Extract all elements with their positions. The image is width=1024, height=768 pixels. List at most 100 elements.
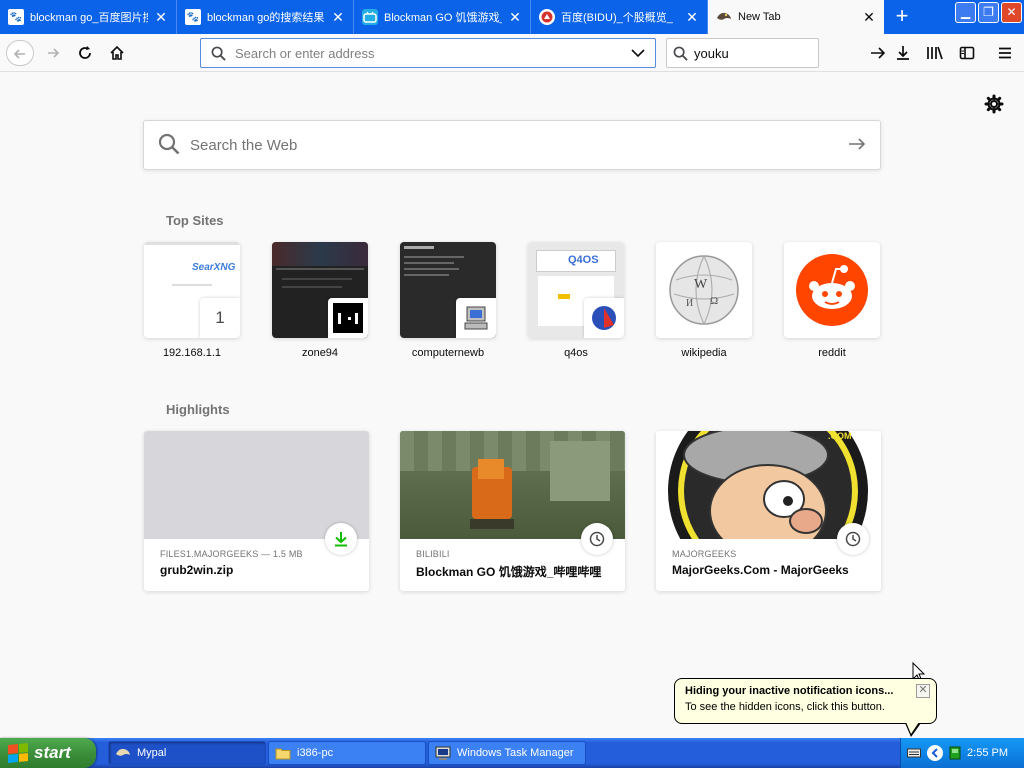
tab-2[interactable]: Blockman GO 饥饿游戏_ ✕: [354, 0, 531, 34]
tab-4[interactable]: New Tab ✕: [708, 0, 884, 34]
search-icon: [158, 133, 180, 158]
searxng-logo: SearXNG: [192, 262, 236, 273]
site-badge: 1: [200, 298, 240, 338]
back-button[interactable]: [6, 40, 34, 66]
close-tab-icon[interactable]: ✕: [331, 10, 345, 24]
maximize-button[interactable]: ❐: [978, 2, 999, 23]
tab-title: Blockman GO 饥饿游戏_: [384, 12, 502, 24]
top-site-tile[interactable]: SearXNG 1 192.168.1.1: [144, 242, 240, 359]
svg-text:Ω: Ω: [710, 295, 718, 307]
show-hidden-icons-button[interactable]: [927, 745, 943, 761]
baidu-icon: 🐾: [185, 9, 201, 25]
search-bar[interactable]: [666, 38, 886, 68]
start-label: start: [34, 743, 71, 762]
top-site-tile[interactable]: zone94: [272, 242, 368, 359]
site-badge: [328, 298, 368, 338]
chevron-left-icon: [931, 748, 938, 758]
reload-icon: [79, 46, 91, 59]
balloon-close-button[interactable]: ✕: [916, 684, 930, 698]
taskbar-item-label: Windows Task Manager: [457, 747, 574, 759]
new-tab-button[interactable]: +: [884, 0, 920, 34]
taskbar-item-label: Mypal: [137, 747, 167, 759]
close-tab-icon[interactable]: ✕: [508, 10, 522, 24]
navigation-toolbar: [0, 34, 1024, 72]
downloads-button[interactable]: [890, 40, 916, 66]
home-button[interactable]: [104, 40, 130, 66]
reload-button[interactable]: [72, 40, 98, 66]
library-icon: [927, 46, 943, 60]
taskbar-item-task-manager[interactable]: Windows Task Manager: [428, 741, 586, 765]
highlight-source: BILIBILI: [416, 549, 450, 559]
tab-0[interactable]: 🐾 blockman go_百度图片搜 ✕: [0, 0, 177, 34]
library-button[interactable]: [922, 40, 948, 66]
sidebar-icon: [959, 46, 975, 60]
site-thumbnail: W Ω И: [656, 242, 752, 338]
highlight-card[interactable]: FILES1.MAJORGEEKS — 1.5 MB grub2win.zip: [144, 431, 369, 591]
web-search-box[interactable]: Search the Web: [143, 120, 881, 170]
site-label: computernewb: [411, 347, 485, 359]
top-site-tile[interactable]: W Ω И wikipedia: [656, 242, 752, 359]
tab-title: 百度(BIDU)_个股概览_: [561, 12, 673, 24]
search-input[interactable]: [694, 45, 870, 61]
baidu-icon: 🐾: [8, 9, 24, 25]
tab-title: blockman go的搜索结果: [207, 12, 325, 24]
windows-logo-icon: [8, 742, 28, 764]
hamburger-icon: [999, 47, 1011, 59]
tab-1[interactable]: 🐾 blockman go的搜索结果 ✕: [177, 0, 354, 34]
taskbar-item-mypal[interactable]: Mypal: [108, 741, 266, 765]
chevron-down-icon[interactable]: [629, 44, 647, 62]
close-tab-icon[interactable]: ✕: [862, 10, 876, 24]
site-badge: [456, 298, 496, 338]
highlight-card[interactable]: BILIBILI Blockman GO 饥饿游戏_哔哩哔哩: [400, 431, 625, 591]
site-label: reddit: [818, 347, 846, 359]
url-bar[interactable]: [200, 38, 656, 68]
sidebar-toggle-button[interactable]: [954, 40, 980, 66]
web-search-placeholder: Search the Web: [190, 136, 298, 154]
taskbar: start Mypal i386-pc Windows Task Manager…: [0, 738, 1024, 768]
notification-balloon[interactable]: Hiding your inactive notification icons.…: [674, 678, 937, 737]
balloon-title: Hiding your inactive notification icons.…: [685, 685, 894, 697]
site-badge: [584, 298, 624, 338]
download-icon: [325, 523, 357, 555]
forward-arrow-icon: [48, 48, 60, 58]
clock-icon: [837, 523, 869, 555]
keyboard-icon[interactable]: [907, 747, 921, 759]
close-tab-icon[interactable]: ✕: [154, 10, 168, 24]
top-site-tile[interactable]: Q4OS q4os: [528, 242, 624, 359]
tab-3[interactable]: 百度(BIDU)_个股概览_ ✕: [531, 0, 708, 34]
close-tab-icon[interactable]: ✕: [685, 10, 699, 24]
tab-title: New Tab: [738, 11, 781, 23]
reddit-logo-icon: [796, 254, 868, 326]
search-icon: [673, 44, 688, 62]
network-icon[interactable]: [949, 746, 961, 760]
gear-icon[interactable]: [984, 94, 1004, 114]
wikipedia-globe-icon: W Ω И: [669, 255, 739, 325]
taskbar-item-folder[interactable]: i386-pc: [268, 741, 426, 765]
menu-button[interactable]: [992, 40, 1018, 66]
clock[interactable]: 2:55 PM: [967, 747, 1008, 759]
site-thumbnail: [272, 242, 368, 338]
site-label: q4os: [564, 347, 588, 359]
svg-text:.COM: .COM: [828, 431, 852, 441]
search-go-icon[interactable]: [848, 137, 866, 154]
bilibili-icon: [362, 9, 378, 25]
top-site-tile[interactable]: reddit: [784, 242, 880, 359]
site-thumbnail: SearXNG 1: [144, 242, 240, 338]
task-manager-icon: [435, 746, 451, 760]
highlight-source: FILES1.MAJORGEEKS — 1.5 MB: [160, 549, 303, 559]
top-site-tile[interactable]: computernewb: [400, 242, 496, 359]
download-icon: [897, 46, 909, 60]
highlight-card[interactable]: .COM MAJORGEEKS MajorGeeks.Com - MajorGe…: [656, 431, 881, 591]
highlight-title: grub2win.zip: [160, 563, 234, 577]
highlight-title: MajorGeeks.Com - MajorGeeks: [672, 563, 849, 577]
go-arrow-icon[interactable]: [870, 44, 886, 62]
close-window-button[interactable]: ✕: [1001, 2, 1022, 23]
forward-button[interactable]: [40, 40, 66, 66]
site-thumbnail: [400, 242, 496, 338]
highlights-heading: Highlights: [166, 402, 230, 417]
balloon-body: To see the hidden icons, click this butt…: [685, 701, 885, 713]
minimize-button[interactable]: ▁: [955, 2, 976, 23]
url-input[interactable]: [235, 45, 629, 61]
start-button[interactable]: start: [0, 738, 96, 768]
highlight-source: MAJORGEEKS: [672, 549, 737, 559]
